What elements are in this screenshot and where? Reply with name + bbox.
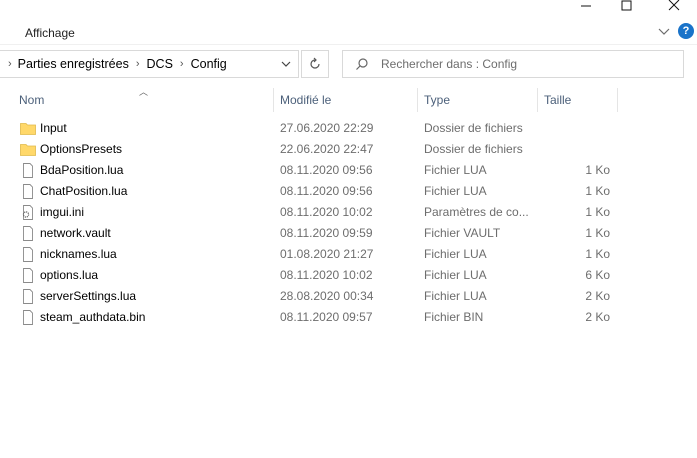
file-size: 6 Ko: [585, 268, 610, 282]
search-input[interactable]: Rechercher dans : Config: [381, 57, 517, 71]
file-size: 1 Ko: [585, 205, 610, 219]
file-modified: 27.06.2020 22:29: [280, 121, 374, 135]
list-item-serversettings[interactable]: serverSettings.lua 28.08.2020 00:34 Fich…: [14, 286, 626, 307]
list-item-steam-authdata[interactable]: steam_authdata.bin 08.11.2020 09:57 Fich…: [14, 307, 626, 328]
file-type: Fichier LUA: [424, 163, 487, 177]
column-header-modified[interactable]: Modifié le: [280, 90, 410, 112]
file-modified: 08.11.2020 09:59: [280, 226, 373, 240]
file-size: 2 Ko: [585, 289, 610, 303]
file-name: imgui.ini: [40, 205, 85, 219]
file-type: Fichier LUA: [424, 247, 487, 261]
file-icon: [23, 163, 33, 178]
file-type: Dossier de fichiers: [424, 142, 523, 156]
column-header-type[interactable]: Type: [424, 90, 534, 112]
file-icon: [23, 247, 33, 262]
file-type: Fichier BIN: [424, 310, 484, 324]
file-size: 2 Ko: [585, 310, 610, 324]
file-size: 1 Ko: [585, 163, 610, 177]
file-type: Fichier LUA: [424, 184, 487, 198]
file-name: ChatPosition.lua: [40, 184, 128, 198]
breadcrumb: › Parties enregistrées › DCS › Config: [8, 57, 227, 71]
maximize-button[interactable]: [604, 0, 650, 12]
file-modified: 08.11.2020 09:57: [280, 310, 373, 324]
file-type: Fichier LUA: [424, 268, 487, 282]
breadcrumb-item-config[interactable]: Config: [191, 57, 227, 71]
file-size: 1 Ko: [585, 247, 610, 261]
column-divider[interactable]: [417, 88, 418, 112]
list-item-nicknames[interactable]: nicknames.lua 01.08.2020 21:27 Fichier L…: [14, 244, 626, 265]
ribbon-divider: [0, 44, 697, 45]
list-item-optionspresets[interactable]: OptionsPresets 22.06.2020 22:47 Dossier …: [14, 139, 626, 160]
file-modified: 08.11.2020 10:02: [280, 268, 373, 282]
file-icon: [23, 226, 33, 241]
settings-file-icon: [22, 205, 33, 220]
breadcrumb-item-parties[interactable]: Parties enregistrées: [18, 57, 129, 71]
file-icon: [23, 268, 33, 283]
refresh-button[interactable]: [301, 50, 329, 78]
breadcrumb-separator: ›: [8, 58, 12, 70]
file-name: options.lua: [40, 268, 99, 282]
file-name: serverSettings.lua: [40, 289, 137, 303]
file-name: OptionsPresets: [40, 142, 123, 156]
file-type: Paramètres de co...: [424, 205, 529, 219]
file-modified: 28.08.2020 00:34: [280, 289, 374, 303]
file-name: network.vault: [40, 226, 111, 240]
breadcrumb-separator[interactable]: ›: [180, 58, 184, 70]
file-icon: [23, 310, 33, 325]
file-name: Input: [40, 121, 67, 135]
file-name: nicknames.lua: [40, 247, 117, 261]
column-divider[interactable]: [537, 88, 538, 112]
column-divider[interactable]: [273, 88, 274, 112]
search-icon: [356, 58, 368, 70]
file-modified: 01.08.2020 21:27: [280, 247, 374, 261]
refresh-icon: [310, 57, 320, 69]
file-size: 1 Ko: [585, 184, 610, 198]
list-item-input[interactable]: Input 27.06.2020 22:29 Dossier de fichie…: [14, 118, 626, 139]
list-item-network-vault[interactable]: network.vault 08.11.2020 09:59 Fichier V…: [14, 223, 626, 244]
help-icon: ?: [682, 25, 690, 37]
folder-icon: [20, 144, 36, 156]
list-item-options[interactable]: options.lua 08.11.2020 10:02 Fichier LUA…: [14, 265, 626, 286]
file-name: BdaPosition.lua: [40, 163, 124, 177]
file-modified: 08.11.2020 09:56: [280, 163, 373, 177]
file-type: Dossier de fichiers: [424, 121, 523, 135]
file-modified: 08.11.2020 10:02: [280, 205, 373, 219]
column-header-name[interactable]: Nom: [19, 90, 269, 112]
file-type: Fichier VAULT: [424, 226, 501, 240]
close-button[interactable]: [651, 0, 697, 12]
maximize-icon: [621, 0, 632, 11]
file-icon: [23, 289, 33, 304]
column-divider[interactable]: [617, 88, 618, 112]
help-button[interactable]: ?: [678, 23, 694, 39]
address-bar[interactable]: › Parties enregistrées › DCS › Config: [0, 50, 299, 78]
file-size: 1 Ko: [585, 226, 610, 240]
breadcrumb-item-dcs[interactable]: DCS: [147, 57, 173, 71]
breadcrumb-separator[interactable]: ›: [136, 58, 140, 70]
address-history-dropdown[interactable]: [280, 58, 292, 73]
minimize-button[interactable]: [563, 0, 609, 12]
file-modified: 22.06.2020 22:47: [280, 142, 374, 156]
file-icon: [23, 184, 33, 199]
list-item-bdaposition[interactable]: BdaPosition.lua 08.11.2020 09:56 Fichier…: [14, 160, 626, 181]
file-name: steam_authdata.bin: [40, 310, 146, 324]
minimize-icon: [581, 5, 591, 7]
close-icon: [668, 0, 680, 11]
file-modified: 08.11.2020 09:56: [280, 184, 373, 198]
file-type: Fichier LUA: [424, 289, 487, 303]
column-header-size[interactable]: Taille: [544, 90, 614, 112]
search-box[interactable]: Rechercher dans : Config: [342, 50, 684, 78]
chevron-down-icon: [281, 61, 291, 67]
ribbon-expand-button[interactable]: [657, 25, 671, 39]
chevron-down-icon: [658, 28, 670, 35]
ribbon-tab-affichage[interactable]: Affichage: [25, 26, 75, 40]
list-item-chatposition[interactable]: ChatPosition.lua 08.11.2020 09:56 Fichie…: [14, 181, 626, 202]
folder-icon: [20, 123, 36, 135]
list-item-imgui[interactable]: imgui.ini 08.11.2020 10:02 Paramètres de…: [14, 202, 626, 223]
